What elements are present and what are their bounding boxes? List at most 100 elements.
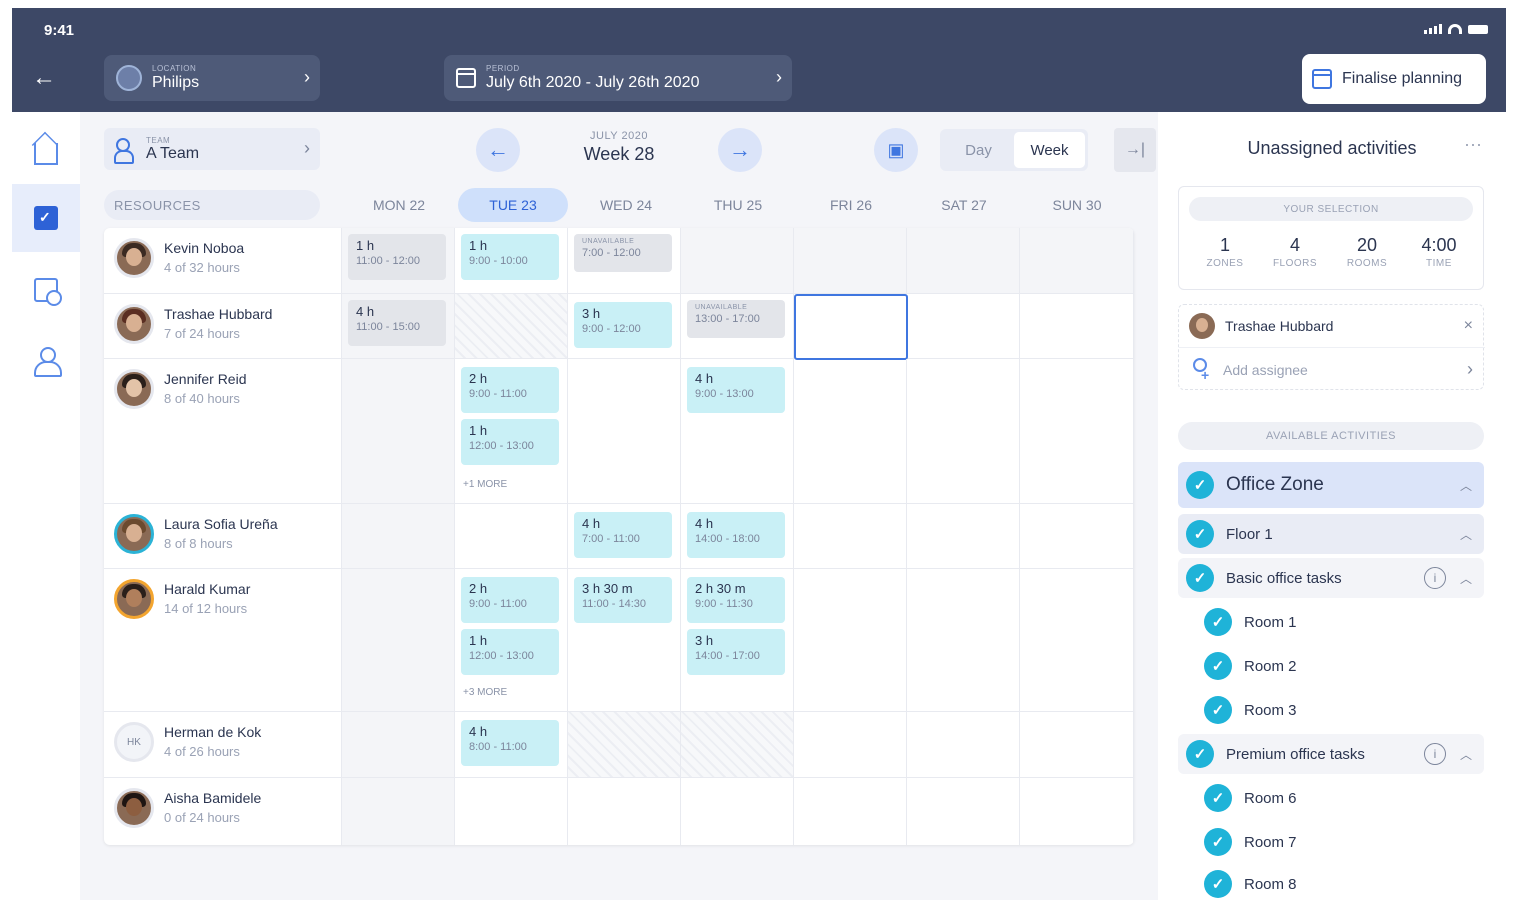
more-link[interactable]: +1 MORE xyxy=(463,479,507,490)
finalise-planning-button[interactable]: Finalise planning xyxy=(1302,54,1486,104)
day-cell[interactable]: 2 h 9:00 - 11:00 1 h 12:00 - 13:00 +1 MO… xyxy=(455,359,568,503)
day-cell[interactable] xyxy=(907,504,1020,568)
activity-block[interactable]: 1 h 9:00 - 10:00 xyxy=(461,234,559,280)
day-cell[interactable] xyxy=(455,778,568,845)
resource-cell[interactable]: Kevin Noboa 4 of 32 hours xyxy=(104,228,342,293)
day-cell[interactable] xyxy=(907,228,1020,293)
activity-office-zone[interactable]: ✓ Office Zone ︿ xyxy=(1178,462,1484,508)
back-arrow-icon[interactable]: ← xyxy=(32,64,56,92)
day-cell[interactable] xyxy=(794,712,907,777)
nav-home[interactable] xyxy=(12,116,80,184)
unavailable-block[interactable]: UNAVAILABLE 7:00 - 12:00 xyxy=(574,234,672,272)
activity-room-6[interactable]: ✓ Room 6 xyxy=(1196,778,1484,818)
check-icon[interactable]: ✓ xyxy=(1204,870,1232,898)
activity-block[interactable]: 4 h 8:00 - 11:00 xyxy=(461,720,559,766)
day-cell[interactable] xyxy=(568,778,681,845)
nav-profile[interactable] xyxy=(12,326,80,394)
period-selector[interactable]: PERIOD July 6th 2020 - July 26th 2020 › xyxy=(444,55,792,101)
activity-block[interactable]: 4 h 9:00 - 13:00 xyxy=(687,367,785,413)
add-assignee-row[interactable]: Add assignee › xyxy=(1179,348,1485,391)
calendar-today-button[interactable]: ▣ xyxy=(874,128,918,172)
day-cell[interactable] xyxy=(342,504,455,568)
chevron-up-icon[interactable]: ︿ xyxy=(1460,526,1472,543)
day-cell[interactable] xyxy=(1020,712,1134,777)
activity-block[interactable]: 1 h 12:00 - 13:00 xyxy=(461,629,559,675)
nav-schedule[interactable] xyxy=(12,256,80,324)
day-cell[interactable]: 1 h 9:00 - 10:00 xyxy=(455,228,568,293)
resource-cell[interactable]: Jennifer Reid 8 of 40 hours xyxy=(104,359,342,503)
activity-premium-office-tasks[interactable]: ✓ Premium office tasks i ︿ xyxy=(1178,734,1484,774)
day-cell[interactable]: 4 h 11:00 - 15:00 xyxy=(342,294,455,358)
resource-cell[interactable]: Trashae Hubbard 7 of 24 hours xyxy=(104,294,342,358)
activity-floor-1[interactable]: ✓ Floor 1 ︿ xyxy=(1178,514,1484,554)
activity-room-2[interactable]: ✓ Room 2 xyxy=(1196,646,1484,686)
chevron-up-icon[interactable]: ︿ xyxy=(1460,570,1472,587)
activity-room-1[interactable]: ✓ Room 1 xyxy=(1196,602,1484,642)
activity-block[interactable]: 2 h 9:00 - 11:00 xyxy=(461,367,559,413)
day-cell[interactable] xyxy=(794,359,907,503)
day-cell[interactable] xyxy=(455,504,568,568)
view-week-tab[interactable]: Week xyxy=(1014,132,1085,168)
day-cell[interactable] xyxy=(342,359,455,503)
day-cell[interactable]: UNAVAILABLE 7:00 - 12:00 xyxy=(568,228,681,293)
day-cell[interactable] xyxy=(342,712,455,777)
next-week-button[interactable]: → xyxy=(718,128,762,172)
day-cell[interactable]: 2 h 9:00 - 11:00 1 h 12:00 - 13:00 +3 MO… xyxy=(455,569,568,711)
activity-basic-office-tasks[interactable]: ✓ Basic office tasks i ︿ xyxy=(1178,558,1484,598)
day-cell[interactable] xyxy=(794,569,907,711)
day-cell[interactable]: 4 h 8:00 - 11:00 xyxy=(455,712,568,777)
activity-block[interactable]: 1 h 11:00 - 12:00 xyxy=(348,234,446,280)
nav-planning[interactable] xyxy=(12,184,80,252)
check-icon[interactable]: ✓ xyxy=(1204,828,1232,856)
more-link[interactable]: +3 MORE xyxy=(463,687,507,698)
collapse-panel-button[interactable]: →| xyxy=(1114,128,1156,172)
check-icon[interactable]: ✓ xyxy=(1186,740,1214,768)
day-cell[interactable]: 4 h 14:00 - 18:00 xyxy=(681,504,794,568)
selected-day-cell[interactable] xyxy=(794,294,908,360)
day-cell[interactable] xyxy=(794,778,907,845)
activity-block[interactable]: 2 h 9:00 - 11:00 xyxy=(461,577,559,623)
day-cell[interactable] xyxy=(342,778,455,845)
team-selector[interactable]: TEAM A Team › xyxy=(104,128,320,170)
remove-assignee-icon[interactable]: × xyxy=(1464,317,1473,335)
info-icon[interactable]: i xyxy=(1424,743,1446,765)
day-cell[interactable]: 3 h 30 m 11:00 - 14:30 xyxy=(568,569,681,711)
day-cell[interactable] xyxy=(1020,359,1134,503)
day-cell[interactable]: 1 h 11:00 - 12:00 xyxy=(342,228,455,293)
chevron-up-icon[interactable]: ︿ xyxy=(1460,477,1472,494)
resource-cell[interactable]: Aisha Bamidele 0 of 24 hours xyxy=(104,778,342,845)
activity-block[interactable]: 2 h 30 m 9:00 - 11:30 xyxy=(687,577,785,623)
day-cell[interactable] xyxy=(907,294,1020,358)
day-cell[interactable]: UNAVAILABLE 13:00 - 17:00 xyxy=(681,294,794,358)
location-selector[interactable]: LOCATION Philips › xyxy=(104,55,320,101)
check-icon[interactable]: ✓ xyxy=(1186,564,1214,592)
day-cell[interactable]: 4 h 7:00 - 11:00 xyxy=(568,504,681,568)
check-icon[interactable]: ✓ xyxy=(1204,696,1232,724)
day-cell[interactable] xyxy=(794,228,907,293)
previous-week-button[interactable]: ← xyxy=(476,128,520,172)
day-cell[interactable]: 4 h 9:00 - 13:00 xyxy=(681,359,794,503)
info-icon[interactable]: i xyxy=(1424,567,1446,589)
check-icon[interactable]: ✓ xyxy=(1204,608,1232,636)
day-cell[interactable]: 3 h 9:00 - 12:00 xyxy=(568,294,681,358)
activity-room-3[interactable]: ✓ Room 3 xyxy=(1196,690,1484,730)
more-options-icon[interactable]: ··· xyxy=(1464,134,1482,155)
day-cell[interactable] xyxy=(681,228,794,293)
chevron-up-icon[interactable]: ︿ xyxy=(1460,746,1472,763)
activity-room-7[interactable]: ✓ Room 7 xyxy=(1196,822,1484,862)
day-cell[interactable] xyxy=(794,504,907,568)
day-cell[interactable] xyxy=(1020,504,1134,568)
activity-block[interactable]: 4 h 11:00 - 15:00 xyxy=(348,300,446,346)
view-day-tab[interactable]: Day xyxy=(943,132,1014,168)
day-cell[interactable] xyxy=(1020,569,1134,711)
day-cell[interactable]: 2 h 30 m 9:00 - 11:30 3 h 14:00 - 17:00 xyxy=(681,569,794,711)
day-cell[interactable] xyxy=(907,569,1020,711)
activity-block[interactable]: 3 h 14:00 - 17:00 xyxy=(687,629,785,675)
activity-room-8[interactable]: ✓ Room 8 xyxy=(1196,864,1484,900)
activity-block[interactable]: 3 h 30 m 11:00 - 14:30 xyxy=(574,577,672,623)
resource-cell[interactable]: HK Herman de Kok 4 of 26 hours xyxy=(104,712,342,777)
day-cell[interactable] xyxy=(568,359,681,503)
check-icon[interactable]: ✓ xyxy=(1186,520,1214,548)
resource-cell[interactable]: Laura Sofia Ureña 8 of 8 hours xyxy=(104,504,342,568)
activity-block[interactable]: 1 h 12:00 - 13:00 xyxy=(461,419,559,465)
